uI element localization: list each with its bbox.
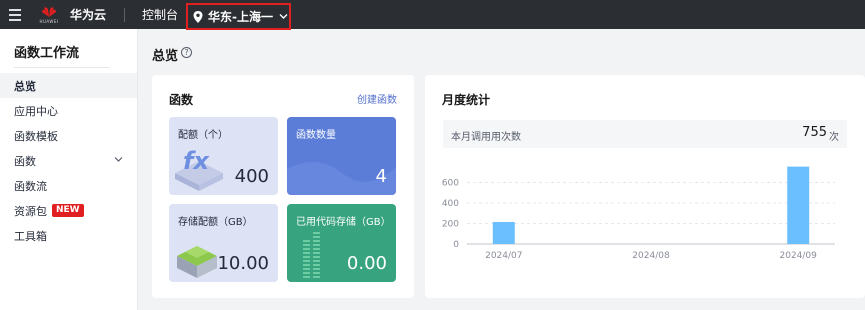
sidebar-item-label: 资源包: [14, 204, 47, 218]
functions-card: 函数 创建函数 fx 配额（个） 400 函数数量 4 存储配额（GB） 10.…: [152, 75, 414, 298]
sidebar-item-templates[interactable]: 函数模板: [0, 123, 137, 148]
function-count-tile[interactable]: 函数数量 4: [287, 117, 396, 195]
monthly-stats-card: 月度统计 本月调用用次数 755 次 800 600 400 200 0 2024/07 2…: [425, 75, 865, 298]
monthly-invocations-box: 本月调用用次数 755 次: [443, 120, 847, 148]
y-tick-label: 400: [442, 199, 459, 209]
y-tick-label: 800: [442, 165, 459, 168]
tile-label: 已用代码存储（GB）: [296, 217, 391, 228]
sidebar-item-label: 函数: [14, 154, 36, 168]
tile-value: 10.00: [217, 253, 269, 274]
create-function-link[interactable]: 创建函数: [357, 91, 397, 106]
console-link[interactable]: 控制台: [142, 6, 178, 23]
page-title: 总览: [152, 49, 179, 64]
tile-label: 函数数量: [296, 130, 336, 141]
y-tick-label: 0: [453, 240, 459, 250]
stat-unit: 次: [829, 132, 839, 143]
top-bar: HUAWEI 华为云 控制台: [0, 0, 865, 29]
sidebar-item-label: 总览: [14, 79, 36, 93]
sidebar-item-label: 应用中心: [14, 104, 58, 118]
sidebar-item-toolbox[interactable]: 工具箱: [0, 223, 137, 248]
tile-value: 4: [375, 166, 387, 187]
help-icon[interactable]: ?: [181, 47, 192, 58]
tile-value: 400: [234, 166, 269, 187]
sidebar-item-packages[interactable]: 资源包 NEW: [0, 198, 137, 223]
chart-bar[interactable]: [492, 221, 515, 244]
logo-text: HUAWEI: [39, 18, 59, 24]
chevron-down-icon: [114, 157, 123, 162]
sidebar-divider: [14, 67, 110, 68]
x-tick-label: 2024/09: [780, 251, 818, 261]
y-tick-label: 200: [442, 220, 459, 230]
sidebar-item-overview[interactable]: 总览: [0, 73, 137, 98]
tile-label: 存储配额（GB）: [178, 217, 253, 228]
storage-quota-tile: 存储配额（GB） 10.00: [169, 204, 278, 282]
monthly-card-title: 月度统计: [442, 93, 491, 107]
stat-label: 本月调用用次数: [451, 132, 521, 143]
chart-bar[interactable]: [787, 166, 810, 244]
stat-value: 755: [802, 125, 827, 140]
brand-name: 华为云: [70, 8, 107, 22]
huawei-logo[interactable]: HUAWEI 华为云: [38, 0, 106, 29]
x-tick-label: 2024/07: [485, 251, 522, 261]
chevron-down-icon: [279, 14, 288, 19]
x-tick-label: 2024/08: [632, 251, 670, 261]
sidebar-item-functions[interactable]: 函数: [0, 148, 137, 173]
new-badge: NEW: [52, 204, 84, 217]
sidebar-item-flows[interactable]: 函数流: [0, 173, 137, 198]
tile-value: 0.00: [346, 253, 387, 274]
region-label: 华东-上海一: [208, 10, 273, 24]
sidebar-title: 函数工作流: [14, 46, 80, 61]
sidebar-item-label: 函数模板: [14, 129, 58, 143]
quota-tile: fx 配额（个） 400: [169, 117, 278, 195]
sidebar: 函数工作流 总览 应用中心 函数模板 函数 函数流 资源包 NEW 工具箱: [0, 29, 138, 310]
used-storage-tile: 已用代码存储（GB） 0.00: [287, 204, 396, 282]
sidebar-item-label: 工具箱: [14, 229, 47, 243]
svg-text:fx: fx: [183, 147, 210, 175]
sidebar-item-app-center[interactable]: 应用中心: [0, 98, 137, 123]
divider: [124, 7, 126, 22]
functions-card-title: 函数: [169, 93, 194, 107]
huawei-petal-icon: [42, 6, 56, 17]
menu-icon[interactable]: [0, 0, 30, 29]
sidebar-item-label: 函数流: [14, 179, 47, 193]
y-tick-label: 600: [442, 179, 459, 189]
region-selector[interactable]: 华东-上海一: [186, 3, 291, 30]
tile-label: 配额（个）: [178, 130, 228, 141]
monthly-bar-chart: 800 600 400 200 0 2024/07 2024/08 2024/09: [442, 165, 835, 261]
location-pin-icon: [193, 10, 203, 23]
